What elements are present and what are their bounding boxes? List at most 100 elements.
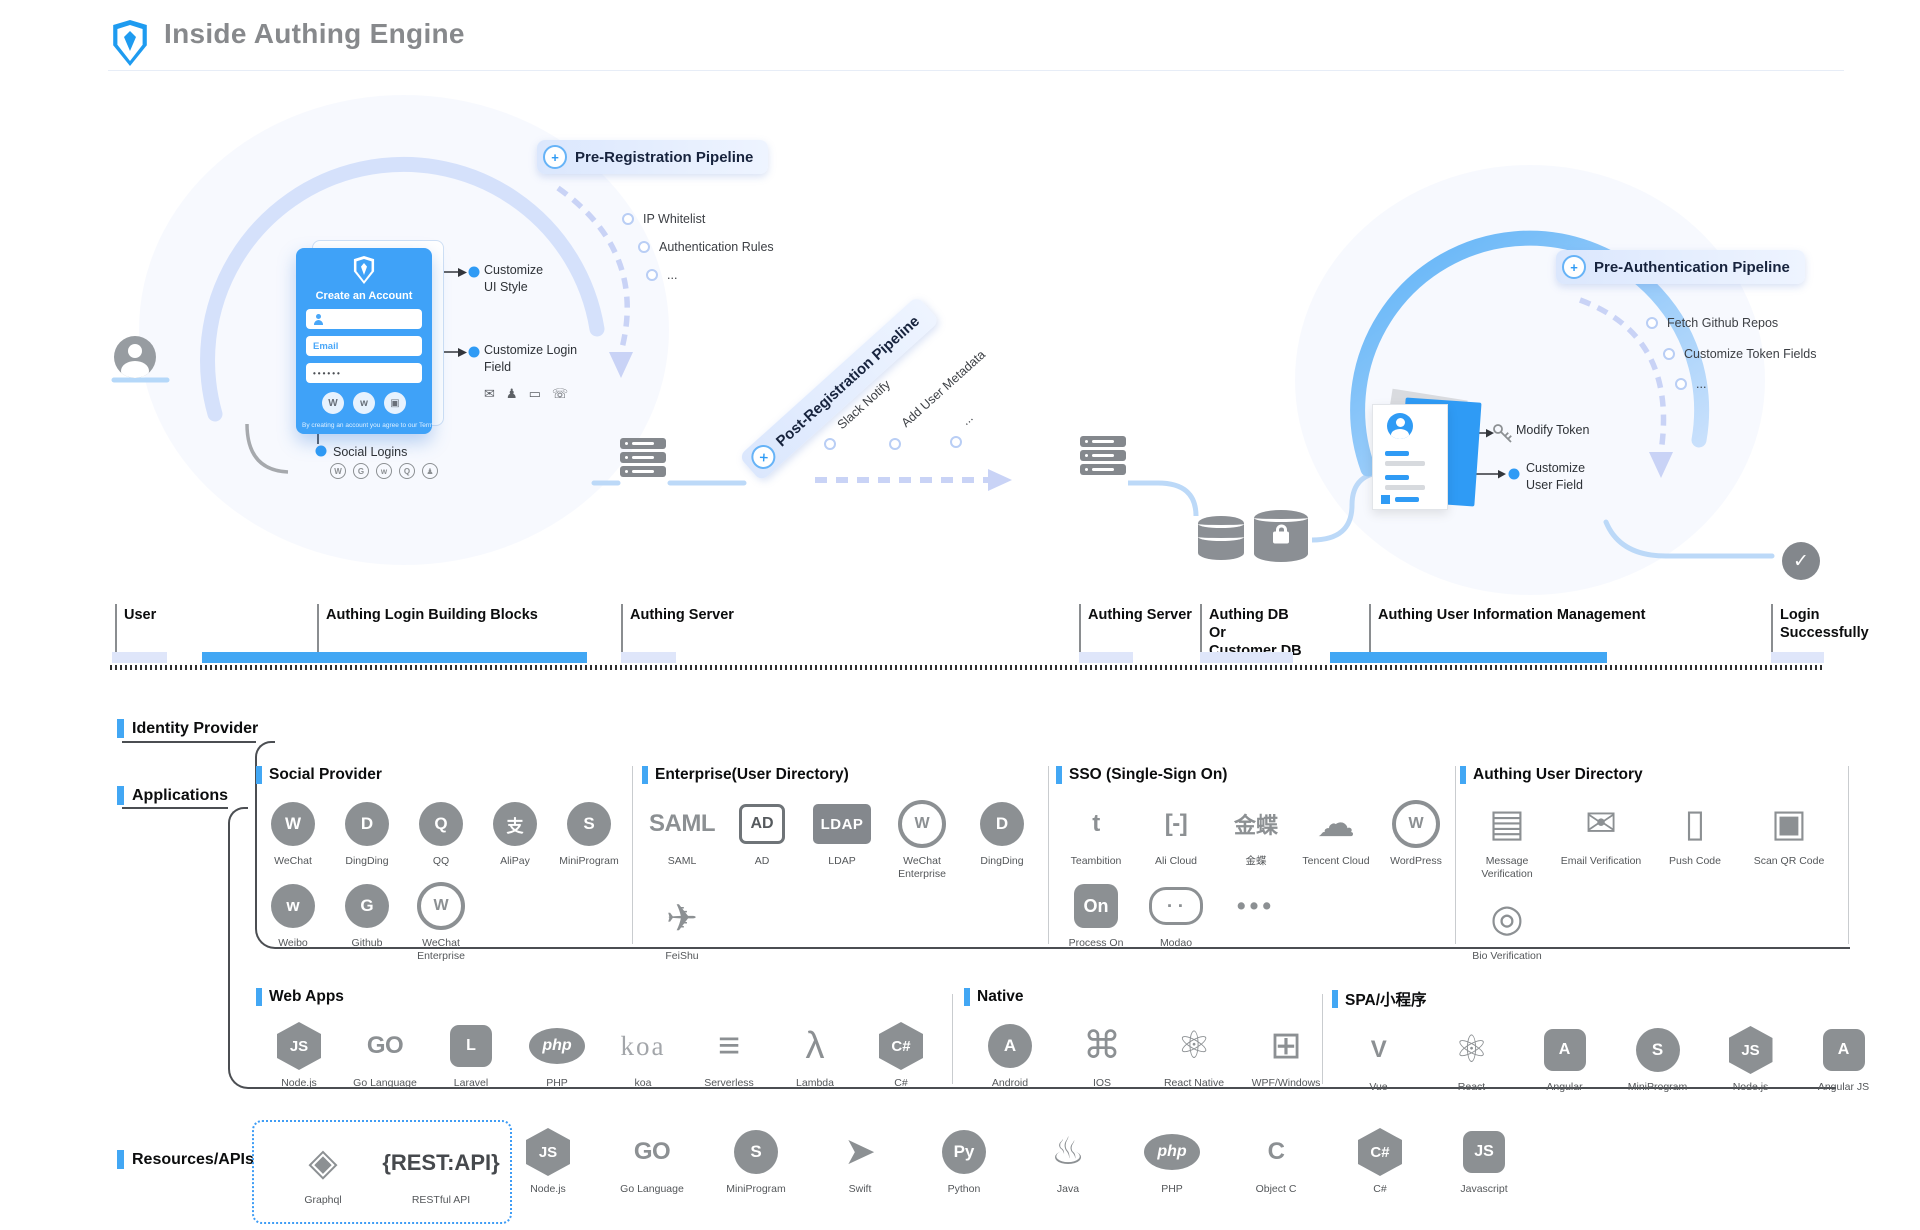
item-label: WPF/Windows [1240,1077,1332,1090]
divider [952,994,953,1084]
item-label: RESTful API [382,1194,500,1207]
wechat-enterprise-icon: W [417,882,465,930]
more-icon: ••• [1237,892,1275,921]
catalog-item: W WeChat Enterprise [882,798,962,881]
username-field[interactable] [306,309,422,329]
catalog-item: ◈ Graphql [264,1137,382,1207]
document-front [1372,404,1448,510]
koa-icon: koa [621,1031,666,1062]
qq-icon: Q [399,463,415,479]
flow-connectors [0,0,1920,700]
nodejs-icon: JS [1729,1026,1773,1074]
item-label: C# [1328,1183,1432,1196]
stage-label: Authing Login Building Blocks [326,606,538,624]
bullet-icon [1675,378,1687,390]
item-label: Angular JS [1797,1081,1890,1094]
item-label: Object C [1224,1183,1328,1196]
signup-card-title: Create an Account [296,290,432,302]
catalog-item: ♨ Java [1016,1126,1120,1196]
go-icon: GO [367,1032,403,1060]
restful-api-icon: {REST:API} [382,1150,499,1176]
group-native: Native A Android ⌘ IOS ⚛ React Native ⊞ … [964,988,1332,1102]
wechat-icon[interactable]: W [322,392,344,414]
item-label: Node.js [496,1183,600,1196]
blue-bar [117,719,124,738]
item-label [1216,937,1296,949]
catalog-item: JS Node.js [256,1020,342,1090]
password-field[interactable]: •••••• [306,363,422,383]
wordpress-icon: W [1392,800,1440,848]
item-label: WeChat Enterprise [882,855,962,881]
item-label: C# [858,1077,944,1090]
catalog-item: {REST:API} RESTful API [382,1137,500,1207]
catalog-item: C Object C [1224,1126,1328,1196]
item-label: Python [912,1183,1016,1196]
label-resources-apis: Resources/APIs [117,1150,254,1169]
item-label: Node.js [1704,1081,1797,1094]
ldap-icon: LDAP [813,804,871,844]
github-icon: G [345,884,389,928]
card-social-buttons: W w ▣ [296,392,432,414]
timeline-segment [1200,652,1293,663]
angular-icon: A [1544,1029,1586,1071]
stage-label: User [124,606,156,624]
pipeline-item: Customize Token Fields [1663,347,1816,361]
label-applications: Applications [117,786,228,805]
item-label: Lambda [772,1077,858,1090]
saml-icon: SAML [649,810,715,838]
image-icon[interactable]: ▣ [384,392,406,414]
catalog-item: G Github [330,880,404,963]
laravel-icon: L [450,1025,492,1067]
nodejs-icon: JS [277,1022,321,1070]
catalog-item: S MiniProgram [1611,1024,1704,1094]
agreement-text: By creating an account you agree to our … [296,422,432,429]
item-label: PHP [514,1077,600,1090]
bio-verification-icon: ◎ [1490,900,1523,938]
group-spa: SPA/小程序 V Vue ⚛ React A Angular S MiniPr… [1332,988,1890,1106]
dingding-icon: D [345,802,389,846]
catalog-item: ◎ Bio Verification [1460,893,1554,963]
catalog-item: On Process On [1056,880,1136,950]
email-field[interactable]: Email [306,336,422,356]
catalog-item: C# C# [858,1020,944,1090]
catalog-item: ⚛ React Native [1148,1020,1240,1090]
php-icon: php [1144,1134,1200,1170]
annotation-social-logins: Social Logins [333,444,407,461]
catalog-item: λ Lambda [772,1020,858,1090]
catalog-item: C# C# [1328,1126,1432,1196]
stage-label: Login Successfully [1780,606,1869,642]
item-label: koa [600,1077,686,1090]
item-label: Serverless [686,1077,772,1090]
item-label: AliPay [478,855,552,868]
database-icon [1198,516,1244,560]
item-label: Android [964,1077,1056,1090]
ali-cloud-icon: [-] [1165,810,1187,838]
user-icon [313,314,324,325]
catalog-item: ✉ Email Verification [1554,798,1648,881]
swift-icon: ➤ [844,1133,876,1171]
weibo-icon: w [271,884,315,928]
plus-icon: + [1562,255,1586,279]
group-authing-user-directory: Authing User Directory ▤ Message Verific… [1460,766,1836,975]
item-label: IOS [1056,1077,1148,1090]
react-icon: ⚛ [1177,1027,1211,1065]
item-label: DingDing [962,855,1042,868]
signup-card: Create an Account Email •••••• W w ▣ By … [296,248,432,434]
timeline-segment [1330,652,1607,663]
catalog-item: S MiniProgram [552,798,626,868]
catalog-item: AD AD [722,798,802,881]
stage-label: Authing User Information Management [1378,606,1645,624]
catalog-item: A Angular [1518,1024,1611,1094]
database-lock-icon [1254,510,1308,562]
item-label: Message Verification [1460,855,1554,881]
android-icon: A [988,1024,1032,1068]
catalog-item: S MiniProgram [704,1126,808,1196]
feishu-icon: ✈ [666,900,698,938]
catalog-item: Py Python [912,1126,1016,1196]
card-icon: ▭ [529,386,541,402]
item-label: Push Code [1648,855,1742,868]
header-divider [108,70,1844,71]
weibo-icon[interactable]: w [353,392,375,414]
pipeline-item: ... [646,268,677,282]
weibo-icon: w [376,463,392,479]
